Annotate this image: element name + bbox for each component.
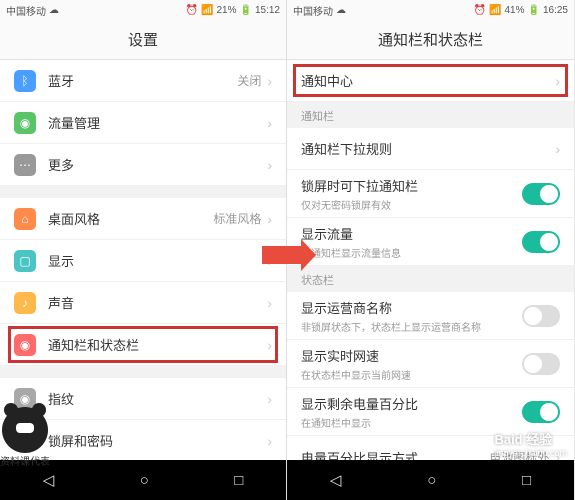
item-notification[interactable]: ◉通知栏和状态栏› (0, 324, 286, 366)
item-speed[interactable]: 显示实时网速在状态栏中显示当前网速 (287, 340, 574, 388)
chevron-right-icon: › (267, 433, 272, 449)
notification-list: 通知中心› 通知栏 通知栏下拉规则› 锁屏时可下拉通知栏仅对无密码锁屏有效 显示… (287, 60, 574, 460)
section-label: 状态栏 (287, 266, 574, 292)
item-dropdown[interactable]: 通知栏下拉规则› (287, 128, 574, 170)
more-icon: ⋯ (14, 154, 36, 176)
item-more[interactable]: ⋯更多› (0, 144, 286, 186)
phone-right: 中国移动☁ ⏰📶 41%🔋16:25 通知栏和状态栏 通知中心› 通知栏 通知栏下… (287, 0, 574, 500)
chevron-right-icon: › (267, 73, 272, 89)
battery-pct: 41% (505, 5, 525, 16)
battery-pct: 21% (217, 5, 237, 16)
nav-recent[interactable]: □ (522, 472, 531, 489)
home-icon: ⌂ (14, 208, 36, 230)
item-carrier[interactable]: 显示运营商名称非锁屏状态下，状态栏上显示运营商名称 (287, 292, 574, 340)
nav-back[interactable]: ◁ (330, 471, 342, 489)
item-sound[interactable]: ♪声音› (0, 282, 286, 324)
settings-list: ᛒ蓝牙关闭› ◉流量管理› ⋯更多› ⌂桌面风格标准风格› ▢显示› ♪声音› … (0, 60, 286, 460)
item-data[interactable]: ◉流量管理› (0, 102, 286, 144)
statusbar: 中国移动☁ ⏰📶 21%🔋15:12 (0, 0, 286, 20)
display-icon: ▢ (14, 250, 36, 272)
bluetooth-icon: ᛒ (14, 70, 36, 92)
mascot: 资料课代表 (0, 407, 50, 468)
statusbar: 中国移动☁ ⏰📶 41%🔋16:25 (287, 0, 574, 20)
toggle-carrier[interactable] (522, 305, 560, 327)
alarm-icon: ⏰ (474, 5, 486, 16)
cloud-icon: ☁ (336, 5, 346, 16)
section-label: 通知栏 (287, 102, 574, 128)
chevron-right-icon: › (555, 141, 560, 157)
arrow-annotation (262, 246, 302, 264)
signal-icon: 📶 (201, 5, 213, 16)
battery-icon: 🔋 (528, 5, 540, 16)
alarm-icon: ⏰ (186, 5, 198, 16)
chevron-right-icon: › (555, 73, 560, 89)
toggle-lock[interactable] (522, 183, 560, 205)
data-icon: ◉ (14, 112, 36, 134)
page-title: 设置 (0, 20, 286, 60)
nav-home[interactable]: ○ (140, 472, 149, 489)
page-title: 通知栏和状态栏 (287, 20, 574, 60)
signal-icon: 📶 (489, 5, 501, 16)
toggle-speed[interactable] (522, 353, 560, 375)
sound-icon: ♪ (14, 292, 36, 314)
bell-icon: ◉ (14, 334, 36, 356)
watermark: Baid 经验 jingyan.baidu.com (494, 429, 567, 458)
item-center[interactable]: 通知中心› (287, 60, 574, 102)
item-home[interactable]: ⌂桌面风格标准风格› (0, 198, 286, 240)
carrier-label: 中国移动 (6, 3, 46, 18)
item-bluetooth[interactable]: ᛒ蓝牙关闭› (0, 60, 286, 102)
nav-recent[interactable]: □ (234, 472, 243, 489)
carrier-label: 中国移动 (293, 3, 333, 18)
toggle-batpct[interactable] (522, 401, 560, 423)
item-display[interactable]: ▢显示› (0, 240, 286, 282)
item-lock-pull[interactable]: 锁屏时可下拉通知栏仅对无密码锁屏有效 (287, 170, 574, 218)
nav-back[interactable]: ◁ (43, 471, 55, 489)
chevron-right-icon: › (267, 115, 272, 131)
chevron-right-icon: › (267, 337, 272, 353)
chevron-right-icon: › (267, 391, 272, 407)
battery-icon: 🔋 (240, 5, 252, 16)
chevron-right-icon: › (267, 157, 272, 173)
chevron-right-icon: › (267, 295, 272, 311)
navbar: ◁ ○ □ (287, 460, 574, 500)
item-traffic[interactable]: 显示流量在通知栏显示流量信息 (287, 218, 574, 266)
nav-home[interactable]: ○ (427, 472, 436, 489)
chevron-right-icon: › (267, 211, 272, 227)
cloud-icon: ☁ (49, 5, 59, 16)
time-label: 16:25 (543, 5, 568, 16)
toggle-traffic[interactable] (522, 231, 560, 253)
time-label: 15:12 (255, 5, 280, 16)
